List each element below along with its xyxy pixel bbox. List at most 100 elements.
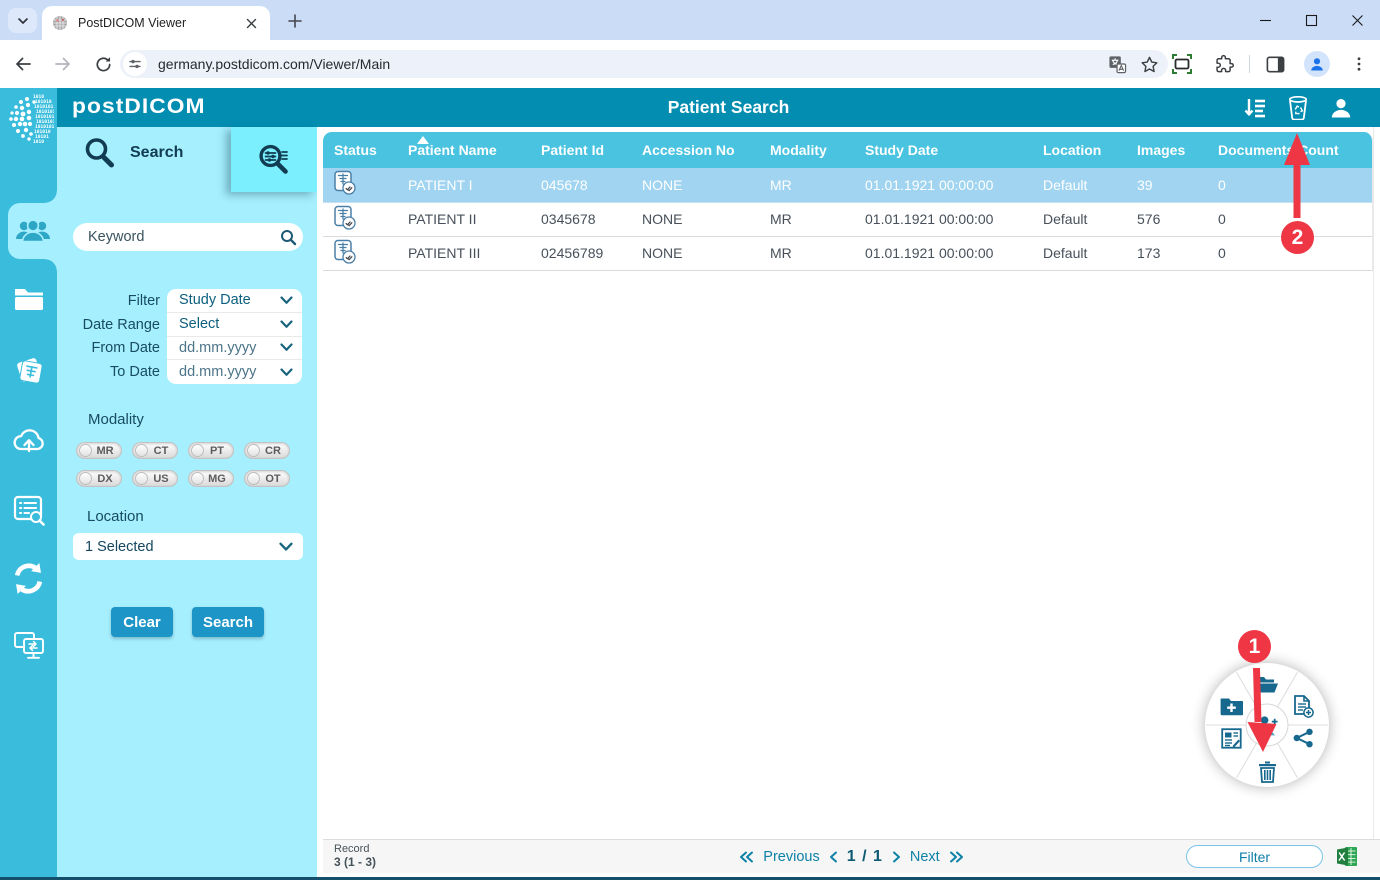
search-button[interactable]: Search bbox=[192, 607, 264, 637]
location-label: Location bbox=[87, 508, 144, 525]
cell-study-date: 01.01.1921 00:00:00 bbox=[854, 236, 1032, 270]
annotation-step-1-number: 1 bbox=[1249, 635, 1261, 659]
site-settings-icon[interactable] bbox=[123, 52, 147, 76]
table-row-patient-3[interactable]: PATIENT III 02456789 NONE MR 01.01.1921 … bbox=[323, 236, 1373, 270]
window-controls bbox=[1242, 0, 1380, 40]
tab-basic-search-label: Search bbox=[130, 144, 183, 162]
modality-radio-us[interactable]: US bbox=[132, 470, 178, 487]
search-icon bbox=[83, 136, 117, 170]
modality-radio-label: PT bbox=[204, 445, 233, 457]
new-tab-button[interactable] bbox=[282, 8, 308, 34]
table-row-patient-2[interactable]: PATIENT II 0345678 NONE MR 01.01.1921 00… bbox=[323, 202, 1373, 236]
sidebar-item-transfer[interactable] bbox=[0, 550, 57, 606]
sort-order-icon[interactable] bbox=[1242, 95, 1268, 121]
clear-button[interactable]: Clear bbox=[111, 607, 173, 637]
modality-radio-ot[interactable]: OT bbox=[244, 470, 290, 487]
page-title: Patient Search bbox=[67, 97, 1380, 118]
page-indicator: 1 / 1 bbox=[847, 848, 883, 866]
modality-radio-ct[interactable]: CT bbox=[132, 442, 178, 459]
annotation-step-2-number: 2 bbox=[1292, 226, 1304, 250]
col-patient-id[interactable]: Patient Id bbox=[530, 132, 631, 168]
modality-radio-dx[interactable]: DX bbox=[76, 470, 122, 487]
chevron-down-icon bbox=[280, 368, 293, 377]
advanced-search-icon bbox=[256, 142, 292, 178]
extensions-puzzle-icon[interactable] bbox=[1210, 50, 1238, 78]
screenshot-extension-icon[interactable] bbox=[1168, 50, 1196, 78]
browser-tabstrip: PostDICOM Viewer bbox=[0, 0, 1380, 40]
radial-new-folder-button[interactable] bbox=[1219, 694, 1243, 718]
add-patient-icon bbox=[1255, 714, 1279, 737]
sidebar-item-cloud-upload[interactable] bbox=[0, 412, 57, 468]
next-page-button[interactable]: Next bbox=[910, 849, 940, 865]
sidebar-item-viewers[interactable] bbox=[0, 617, 57, 673]
export-excel-button[interactable] bbox=[1335, 845, 1359, 868]
modality-radio-pt[interactable]: PT bbox=[188, 442, 234, 459]
radial-report-button[interactable] bbox=[1219, 726, 1243, 750]
from-date-select[interactable]: dd.mm.yyyy bbox=[167, 337, 302, 361]
col-modality[interactable]: Modality bbox=[759, 132, 854, 168]
filter-label: Filter bbox=[57, 289, 160, 313]
browser-menu-icon[interactable] bbox=[1345, 50, 1373, 78]
col-documents-count[interactable]: Documents Count bbox=[1207, 132, 1373, 168]
cell-location: Default bbox=[1032, 236, 1126, 270]
tab-advanced-search[interactable] bbox=[231, 127, 317, 192]
modality-radio-mg[interactable]: MG bbox=[188, 470, 234, 487]
radial-add-patient-button[interactable] bbox=[1255, 713, 1279, 737]
address-bar[interactable]: germany.postdicom.com/Viewer/Main bbox=[120, 50, 1168, 78]
sidebar-item-patient-search[interactable] bbox=[8, 203, 57, 259]
next-page-icon[interactable] bbox=[892, 851, 901, 863]
keyword-input[interactable] bbox=[73, 223, 303, 251]
radial-share-button[interactable] bbox=[1291, 726, 1315, 750]
url-text[interactable]: germany.postdicom.com/Viewer/Main bbox=[158, 56, 1104, 72]
modality-radio-cr[interactable]: CR bbox=[244, 442, 290, 459]
tab-close-icon[interactable] bbox=[242, 14, 260, 32]
col-patient-name[interactable]: Patient Name bbox=[397, 132, 530, 168]
col-location[interactable]: Location bbox=[1032, 132, 1126, 168]
col-images[interactable]: Images bbox=[1126, 132, 1207, 168]
location-select[interactable]: 1 Selected bbox=[73, 533, 303, 560]
recycle-bin-icon[interactable] bbox=[1285, 95, 1311, 121]
radial-delete-button[interactable] bbox=[1255, 760, 1279, 784]
bookmark-star-icon[interactable] bbox=[1136, 51, 1162, 77]
forward-button[interactable] bbox=[46, 47, 80, 81]
account-icon[interactable] bbox=[1328, 95, 1354, 121]
translate-icon[interactable] bbox=[1104, 51, 1130, 77]
postdicom-app: 10101010101010101 1010101010101010101010… bbox=[0, 88, 1380, 880]
col-study-date[interactable]: Study Date bbox=[854, 132, 1032, 168]
keyword-search-icon[interactable] bbox=[280, 229, 297, 246]
profile-avatar[interactable] bbox=[1303, 50, 1331, 78]
window-minimize-button[interactable] bbox=[1242, 0, 1288, 40]
sidebar-item-folders[interactable] bbox=[0, 271, 57, 327]
col-status[interactable]: Status bbox=[323, 132, 397, 168]
filter-select[interactable]: Study Date bbox=[167, 289, 302, 313]
search-panel: Search Filter Da bbox=[57, 127, 317, 877]
tab-basic-search[interactable]: Search bbox=[57, 127, 231, 178]
back-button[interactable] bbox=[6, 47, 40, 81]
sidebar-item-dicom-images[interactable] bbox=[0, 342, 57, 398]
date-range-select[interactable]: Select bbox=[167, 313, 302, 337]
previous-page-button[interactable]: Previous bbox=[763, 849, 819, 865]
radio-circle bbox=[135, 444, 148, 457]
folder-open-icon bbox=[1255, 675, 1279, 694]
table-row-patient-1[interactable]: PATIENT I 045678 NONE MR 01.01.1921 00:0… bbox=[323, 168, 1373, 202]
to-date-select[interactable]: dd.mm.yyyy bbox=[167, 360, 302, 384]
window-close-button[interactable] bbox=[1334, 0, 1380, 40]
radial-open-folder-button[interactable] bbox=[1255, 672, 1279, 696]
annotation-step-1: 1 bbox=[1238, 630, 1271, 663]
previous-page-icon[interactable] bbox=[829, 851, 838, 863]
reload-button[interactable] bbox=[86, 47, 120, 81]
filter-button[interactable]: Filter bbox=[1186, 845, 1323, 868]
radial-new-document-button[interactable] bbox=[1291, 694, 1315, 718]
modality-row-1: MR CT PT CR bbox=[76, 442, 290, 459]
modality-radio-mr[interactable]: MR bbox=[76, 442, 122, 459]
col-accession-no[interactable]: Accession No bbox=[631, 132, 759, 168]
browser-tab[interactable]: PostDICOM Viewer bbox=[42, 6, 270, 40]
sidebar-item-worklist-search[interactable] bbox=[0, 482, 57, 538]
side-panel-icon[interactable] bbox=[1261, 50, 1289, 78]
cell-documents-count: 0 bbox=[1207, 168, 1373, 202]
patient-table: Status Patient Name Patient Id Accession… bbox=[323, 132, 1373, 271]
window-maximize-button[interactable] bbox=[1288, 0, 1334, 40]
last-page-icon[interactable] bbox=[949, 851, 964, 863]
first-page-icon[interactable] bbox=[739, 851, 754, 863]
tab-search-button[interactable] bbox=[8, 8, 37, 33]
